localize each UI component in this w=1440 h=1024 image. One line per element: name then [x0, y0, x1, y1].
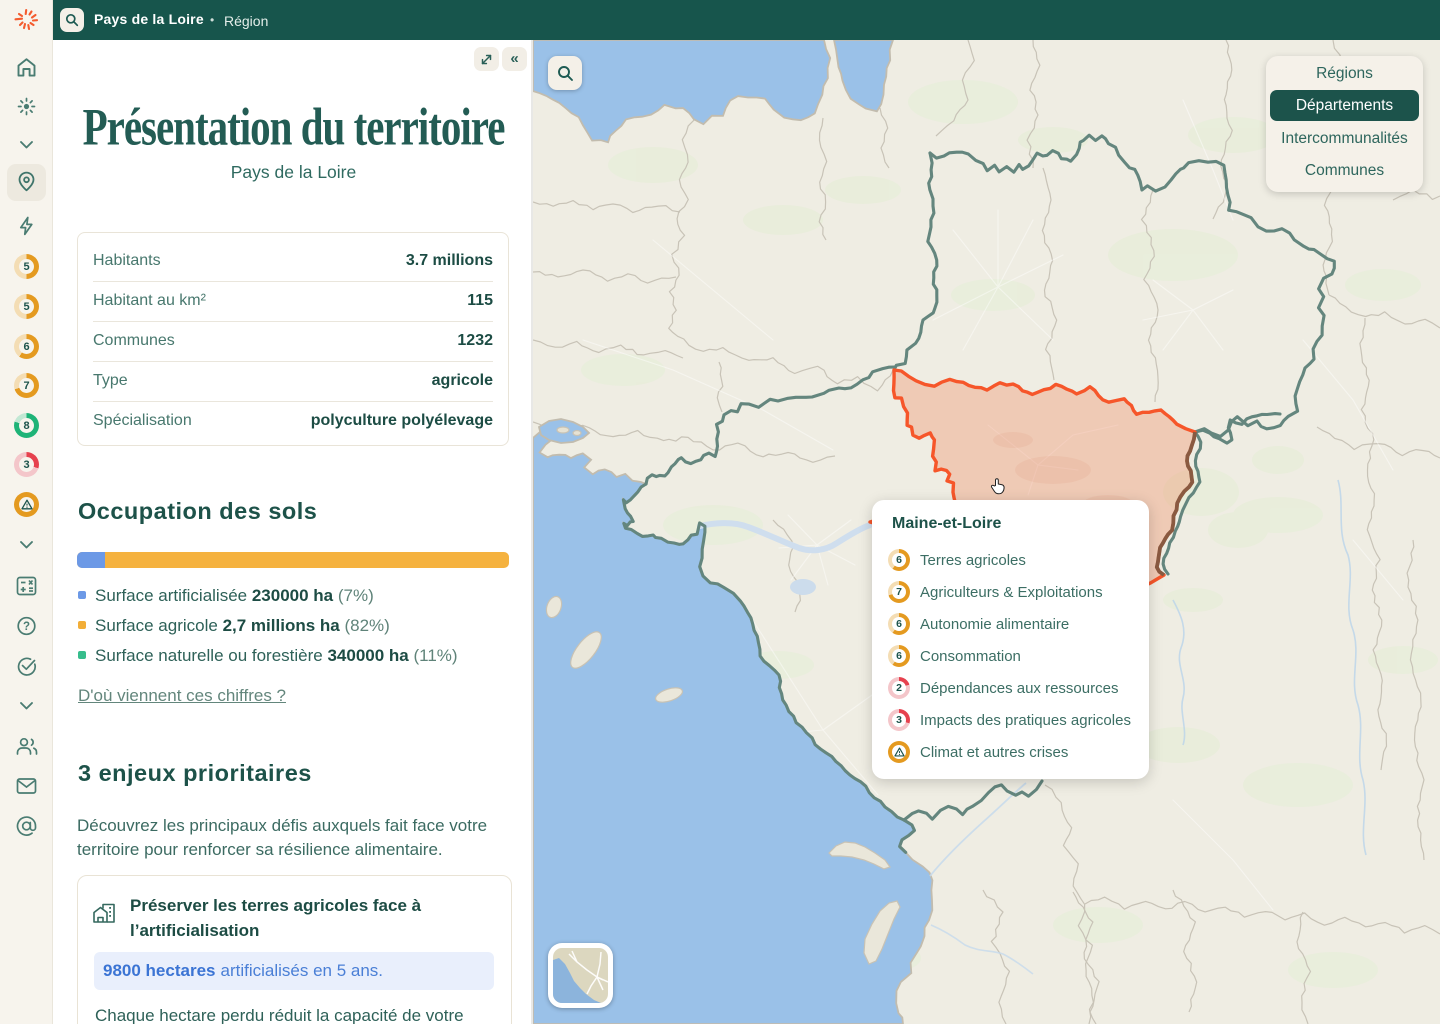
svg-text:?: ?: [23, 621, 30, 633]
